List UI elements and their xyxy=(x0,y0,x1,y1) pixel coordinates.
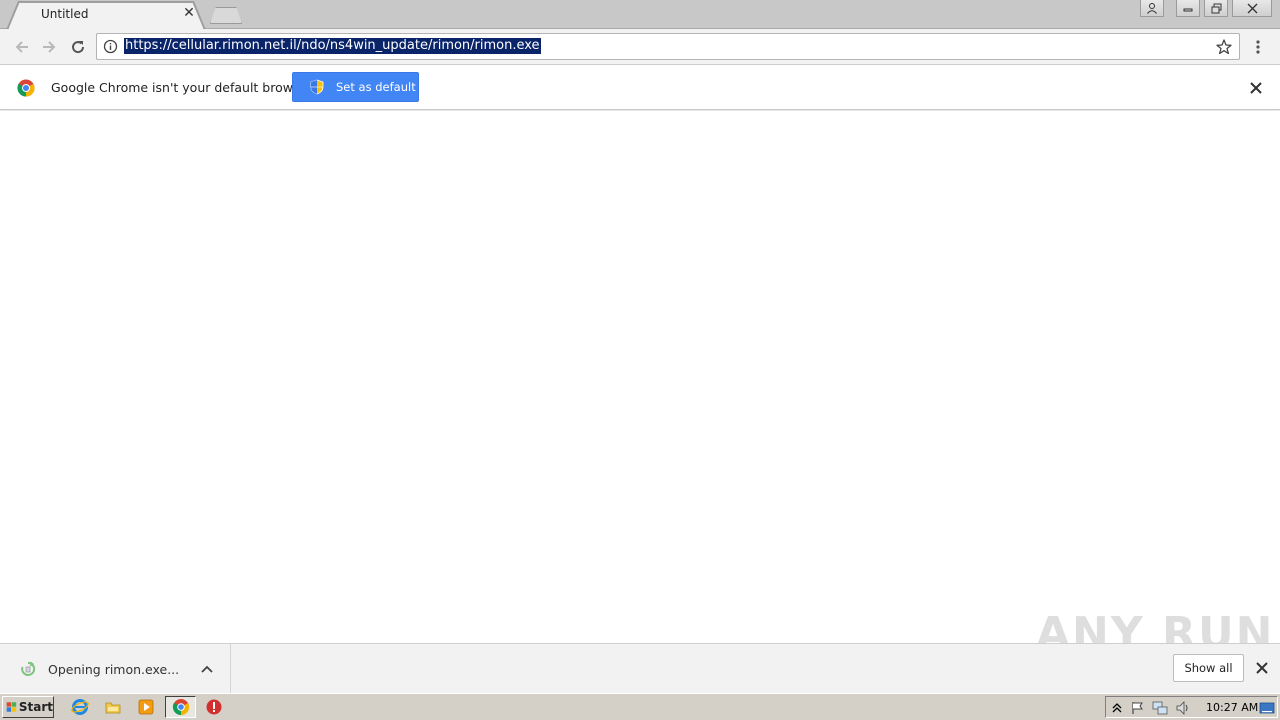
download-progress-icon xyxy=(21,661,36,676)
default-browser-infobar: Google Chrome isn't your default browser… xyxy=(0,65,1280,110)
chrome-taskbar-button[interactable] xyxy=(165,696,196,718)
forward-arrow-icon xyxy=(43,41,56,53)
download-shelf: Opening rimon.exe... Show all xyxy=(0,643,1280,693)
back-button[interactable] xyxy=(12,37,32,57)
volume-icon[interactable] xyxy=(1175,700,1191,716)
download-filename: Opening rimon.exe... xyxy=(48,662,180,677)
network-icon[interactable] xyxy=(1152,700,1168,716)
tab-untitled[interactable] xyxy=(8,2,204,30)
file-explorer-icon[interactable] xyxy=(104,698,122,716)
chevron-up-icon[interactable] xyxy=(200,662,214,676)
infobar-message: Google Chrome isn't your default browser xyxy=(51,80,313,95)
start-button[interactable]: Start xyxy=(2,696,54,718)
internet-explorer-icon[interactable] xyxy=(71,698,89,716)
profile-button[interactable] xyxy=(1140,0,1164,17)
browser-toolbar: https://cellular.rimon.net.il/ndo/ns4win… xyxy=(0,29,1280,65)
start-label: Start xyxy=(18,700,53,714)
system-tray: 10:27 AM xyxy=(1105,696,1278,718)
minimize-button[interactable] xyxy=(1176,0,1200,17)
windows-taskbar: Start 10:27 AM xyxy=(0,693,1280,720)
new-tab-button[interactable] xyxy=(210,7,242,24)
chrome-taskbar-icon xyxy=(172,699,190,716)
menu-kebab-icon[interactable] xyxy=(1252,37,1264,57)
windows-flag-icon xyxy=(6,702,17,712)
set-as-default-label: Set as default xyxy=(336,80,416,94)
media-player-icon[interactable] xyxy=(137,698,155,716)
person-icon xyxy=(1147,3,1157,14)
uac-shield-icon xyxy=(310,79,324,95)
restore-button[interactable] xyxy=(1204,0,1228,17)
infobar-close-icon[interactable] xyxy=(1247,79,1265,97)
tab-strip: Untitled ✕ xyxy=(0,0,1280,30)
shelf-close-icon[interactable] xyxy=(1254,660,1270,676)
taskbar-clock[interactable]: 10:27 AM xyxy=(1206,701,1258,714)
set-as-default-button[interactable]: Set as default xyxy=(292,72,419,102)
page-content xyxy=(0,111,1280,643)
download-item[interactable]: Opening rimon.exe... xyxy=(0,644,231,693)
show-hidden-icons-icon[interactable] xyxy=(1109,700,1125,716)
reload-icon xyxy=(72,41,85,54)
minimize-icon xyxy=(1183,8,1193,12)
action-center-flag-icon[interactable] xyxy=(1130,700,1146,716)
tab-close-icon[interactable]: ✕ xyxy=(182,6,196,20)
url-text[interactable]: https://cellular.rimon.net.il/ndo/ns4win… xyxy=(124,38,541,54)
back-arrow-icon xyxy=(15,41,28,53)
forward-button[interactable] xyxy=(39,37,59,57)
window-controls xyxy=(1140,0,1272,18)
reload-button[interactable] xyxy=(68,37,88,57)
bookmark-star-icon[interactable] xyxy=(1215,38,1233,56)
tab-title: Untitled xyxy=(41,7,89,21)
restore-icon xyxy=(1211,3,1221,13)
show-desktop-icon[interactable] xyxy=(1259,700,1275,716)
info-icon[interactable] xyxy=(103,39,118,54)
show-all-button[interactable]: Show all xyxy=(1173,654,1244,682)
address-bar[interactable]: https://cellular.rimon.net.il/ndo/ns4win… xyxy=(96,33,1240,60)
stop-sign-icon[interactable] xyxy=(205,698,223,716)
chrome-logo-icon xyxy=(17,79,35,97)
close-window-button[interactable] xyxy=(1232,0,1272,17)
close-icon xyxy=(1247,3,1257,13)
